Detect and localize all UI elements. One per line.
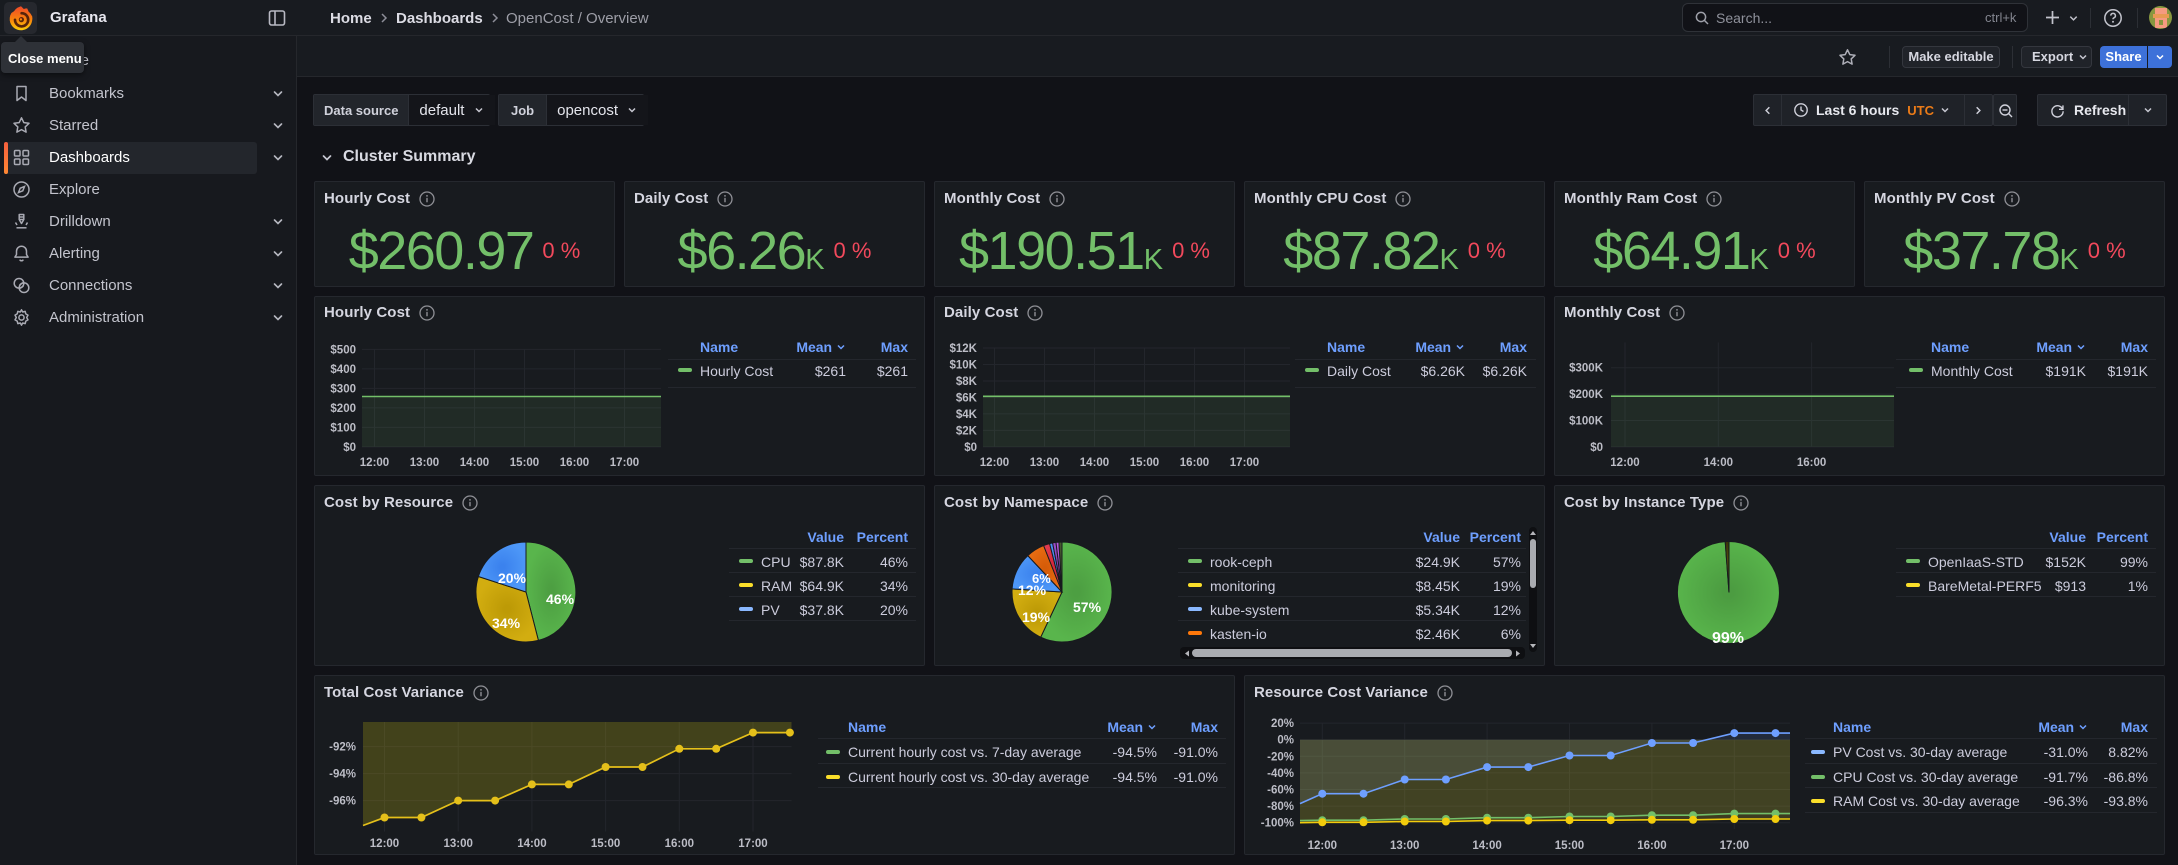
svg-text:$0: $0 [964,442,977,454]
svg-text:14:00: 14:00 [1704,457,1733,469]
svg-text:$2K: $2K [956,425,978,437]
svg-text:20%: 20% [498,570,527,586]
svg-text:12:00: 12:00 [360,457,389,469]
svg-text:46%: 46% [546,591,575,607]
svg-text:-96%: -96% [329,796,356,808]
svg-text:13:00: 13:00 [1030,457,1059,469]
svg-text:$6K: $6K [956,392,978,404]
svg-text:14:00: 14:00 [460,457,489,469]
svg-text:16:00: 16:00 [665,838,694,850]
svg-text:20%: 20% [1271,718,1294,730]
svg-text:99%: 99% [1712,630,1744,647]
svg-text:$100: $100 [330,422,356,434]
svg-text:$500: $500 [330,344,356,356]
svg-text:$4K: $4K [956,409,978,421]
svg-text:17:00: 17:00 [738,838,767,850]
svg-text:12:00: 12:00 [1308,840,1337,852]
svg-text:-20%: -20% [1267,751,1294,763]
svg-text:57%: 57% [1073,599,1102,615]
svg-text:13:00: 13:00 [410,457,439,469]
svg-text:$200K: $200K [1569,389,1604,401]
svg-text:12:00: 12:00 [980,457,1009,469]
svg-text:$10K: $10K [950,360,978,372]
svg-text:15:00: 15:00 [1130,457,1159,469]
svg-text:$400: $400 [330,364,356,376]
svg-text:13:00: 13:00 [1390,840,1419,852]
svg-text:$300: $300 [330,383,356,395]
svg-text:15:00: 15:00 [591,838,620,850]
svg-text:14:00: 14:00 [1080,457,1109,469]
svg-text:17:00: 17:00 [1230,457,1259,469]
svg-text:15:00: 15:00 [510,457,539,469]
svg-text:$0: $0 [343,442,356,454]
svg-text:-40%: -40% [1267,768,1294,780]
svg-text:19%: 19% [1022,609,1051,625]
svg-text:17:00: 17:00 [610,457,639,469]
svg-text:-100%: -100% [1261,818,1294,830]
svg-text:14:00: 14:00 [517,838,546,850]
svg-text:$200: $200 [330,403,356,415]
svg-text:-94%: -94% [329,769,356,781]
svg-text:12:00: 12:00 [370,838,399,850]
svg-text:$0: $0 [1590,442,1603,454]
svg-text:-92%: -92% [329,742,356,754]
svg-text:$8K: $8K [956,376,978,388]
svg-text:$300K: $300K [1569,363,1604,375]
svg-text:$12K: $12K [950,343,978,355]
svg-text:-80%: -80% [1267,801,1294,813]
svg-text:17:00: 17:00 [1720,840,1749,852]
svg-text:15:00: 15:00 [1555,840,1584,852]
svg-text:16:00: 16:00 [1637,840,1666,852]
svg-text:16:00: 16:00 [560,457,589,469]
svg-text:13:00: 13:00 [443,838,472,850]
svg-text:14:00: 14:00 [1472,840,1501,852]
svg-text:16:00: 16:00 [1797,457,1826,469]
svg-text:0%: 0% [1277,735,1294,747]
svg-text:12:00: 12:00 [1610,457,1639,469]
svg-text:$100K: $100K [1569,416,1604,428]
svg-text:34%: 34% [492,615,521,631]
svg-text:16:00: 16:00 [1180,457,1209,469]
svg-text:6%: 6% [1032,571,1051,586]
svg-text:-60%: -60% [1267,785,1294,797]
